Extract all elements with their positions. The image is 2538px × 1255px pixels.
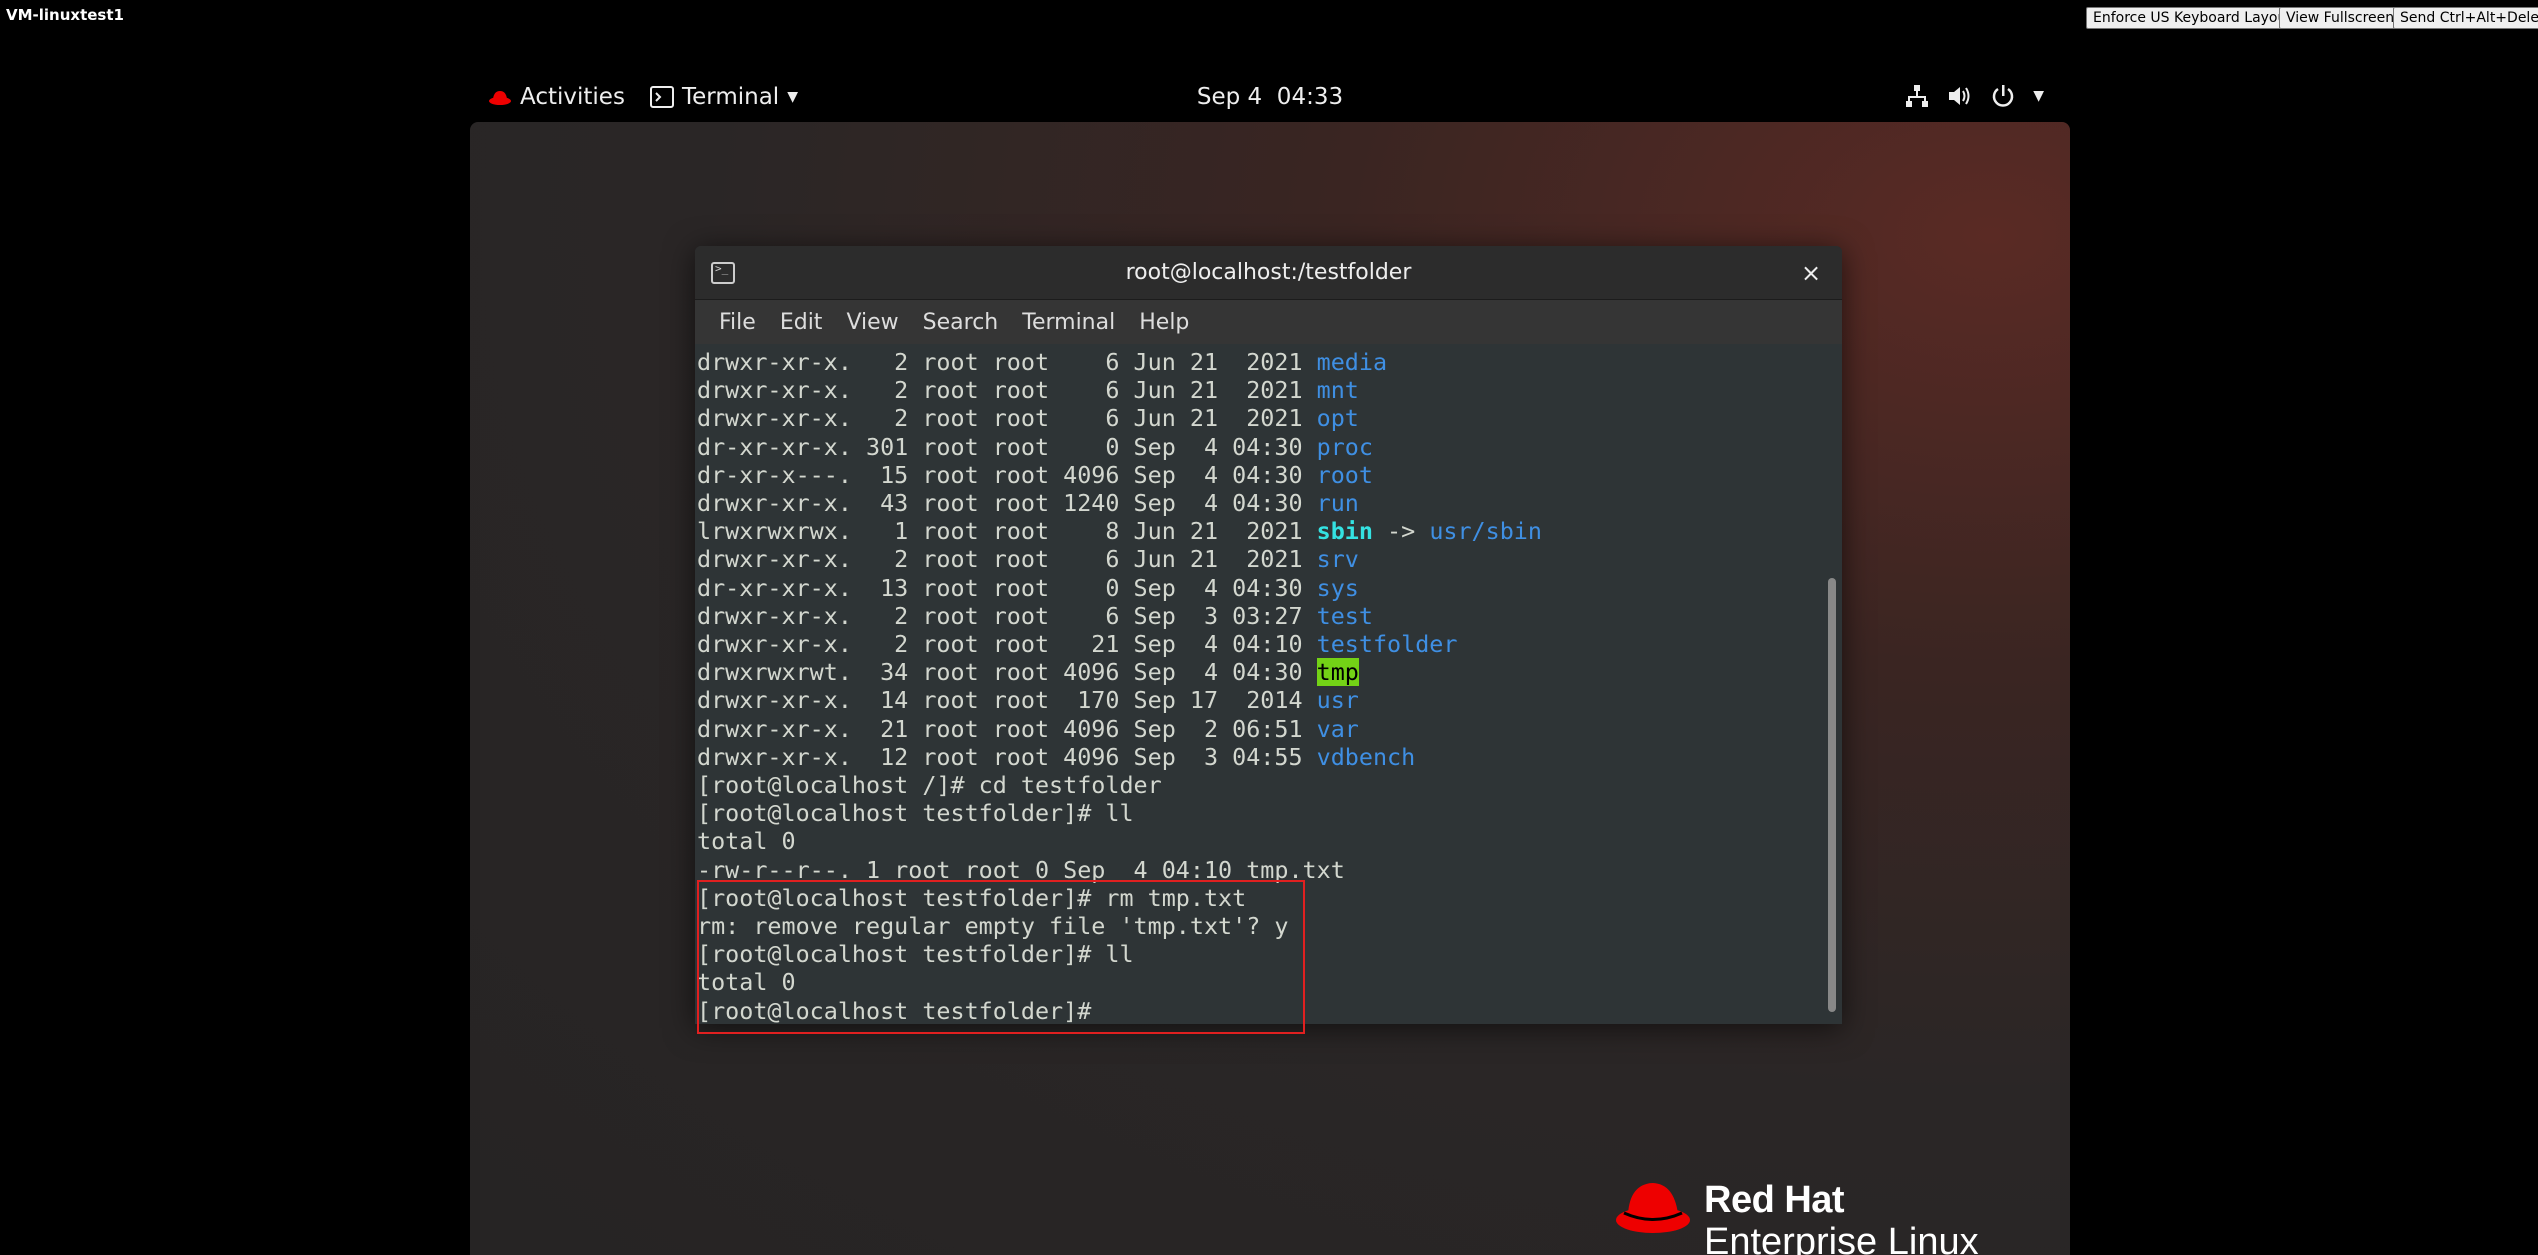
gnome-top-bar: Activities Terminal ▼ Sep 4 04:33 ▼ [470, 72, 2070, 122]
line-text: drwxr-xr-x. 14 root root 170 Sep 17 2014 [697, 686, 1317, 715]
terminal-line: drwxr-xr-x. 43 root root 1240 Sep 4 04:3… [697, 489, 1542, 517]
terminal-line: dr-xr-xr-x. 13 root root 0 Sep 4 04:30 s… [697, 574, 1542, 602]
entry-name: opt [1316, 404, 1359, 433]
terminal-output[interactable]: drwxr-xr-x. 2 root root 6 Jun 21 2021 me… [695, 344, 1842, 1024]
close-icon[interactable]: × [1794, 256, 1828, 290]
entry-name: tmp [1316, 658, 1359, 687]
line-text: drwxr-xr-x. 2 root root 6 Jun 21 2021 [697, 404, 1317, 433]
menu-help[interactable]: Help [1127, 310, 1201, 335]
line-text: lrwxrwxrwx. 1 root root 8 Jun 21 2021 [697, 517, 1317, 546]
terminal-line: [root@localhost testfolder]# [697, 997, 1542, 1024]
line-text: dr-xr-xr-x. 301 root root 0 Sep 4 04:30 [697, 432, 1317, 461]
clock-label: Sep 4 04:33 [1196, 84, 1344, 110]
line-text: [root@localhost testfolder]# ll [697, 799, 1134, 828]
volume-icon [1949, 87, 1970, 105]
terminal-line: [root@localhost testfolder]# ll [697, 940, 1542, 968]
entry-name: sbin [1316, 517, 1373, 546]
line-text: drwxr-xr-x. 21 root root 4096 Sep 2 06:5… [697, 714, 1317, 743]
line-text: dr-xr-xr-x. 13 root root 0 Sep 4 04:30 [697, 573, 1317, 602]
send-ctrl-alt-delete-button[interactable]: Send Ctrl+Alt+Delete [2393, 7, 2538, 29]
entry-name: media [1316, 348, 1388, 376]
terminal-title-bar[interactable]: root@localhost:/testfolder × [695, 246, 1842, 300]
system-menu[interactable]: ▼ [1905, 84, 2044, 108]
terminal-line: drwxrwxrwt. 34 root root 4096 Sep 4 04:3… [697, 658, 1542, 687]
line-text: drwxr-xr-x. 2 root root 21 Sep 4 04:10 [697, 630, 1317, 659]
line-text: drwxr-xr-x. 2 root root 6 Jun 21 2021 [697, 545, 1317, 574]
entry-name: proc [1316, 432, 1373, 461]
line-text: dr-xr-x---. 15 root root 4096 Sep 4 04:3… [697, 460, 1317, 489]
entry-name: run [1316, 489, 1359, 518]
entry-name: test [1316, 601, 1373, 630]
view-fullscreen-button[interactable]: View Fullscreen [2279, 7, 2402, 29]
terminal-line: rm: remove regular empty file 'tmp.txt'?… [697, 912, 1542, 940]
terminal-line: drwxr-xr-x. 21 root root 4096 Sep 2 06:5… [697, 715, 1542, 743]
terminal-line: drwxr-xr-x. 12 root root 4096 Sep 3 04:5… [697, 743, 1542, 771]
line-text: rm: remove regular empty file 'tmp.txt'?… [697, 912, 1289, 941]
terminal-line: dr-xr-xr-x. 301 root root 0 Sep 4 04:30 … [697, 433, 1542, 461]
terminal-line: [root@localhost testfolder]# ll [697, 799, 1542, 827]
terminal-line: drwxr-xr-x. 2 root root 6 Jun 21 2021 mn… [697, 376, 1542, 404]
line-text: drwxr-xr-x. 43 root root 1240 Sep 4 04:3… [697, 489, 1317, 518]
terminal-menubar: File Edit View Search Terminal Help [695, 300, 1842, 344]
link-arrow: -> [1372, 517, 1430, 546]
entry-name: vdbench [1316, 742, 1416, 771]
entry-name: usr [1316, 686, 1359, 715]
scrollbar-thumb[interactable] [1828, 578, 1836, 1012]
terminal-line: [root@localhost /]# cd testfolder [697, 771, 1542, 799]
line-text: drwxr-xr-x. 12 root root 4096 Sep 3 04:5… [697, 742, 1317, 771]
terminal-line: drwxr-xr-x. 2 root root 6 Sep 3 03:27 te… [697, 602, 1542, 630]
line-text: drwxr-xr-x. 2 root root 6 Sep 3 03:27 [697, 601, 1317, 630]
entry-name: sys [1316, 573, 1359, 602]
line-text: drwxr-xr-x. 2 root root 6 Jun 21 2021 [697, 348, 1317, 376]
terminal-title: root@localhost:/testfolder [1125, 260, 1412, 285]
terminal-lines: drwxr-xr-x. 2 root root 6 Jun 21 2021 me… [697, 348, 1542, 1024]
redhat-logo: Red Hat Enterprise Linux [1614, 1180, 1979, 1255]
entry-name: root [1316, 460, 1373, 489]
enforce-keyboard-button[interactable]: Enforce US Keyboard Layout [2086, 7, 2299, 29]
menu-edit[interactable]: Edit [768, 310, 835, 335]
menu-search[interactable]: Search [911, 310, 1011, 335]
terminal-line: total 0 [697, 827, 1542, 855]
terminal-line: drwxr-xr-x. 2 root root 6 Jun 21 2021 sr… [697, 545, 1542, 573]
vm-screen[interactable]: Activities Terminal ▼ Sep 4 04:33 ▼ >_ r… [470, 72, 2070, 1255]
branding-line2: Enterprise Linux [1704, 1221, 1979, 1255]
terminal-line: dr-xr-x---. 15 root root 4096 Sep 4 04:3… [697, 461, 1542, 489]
line-text: [root@localhost testfolder]# [697, 996, 1106, 1024]
menu-file[interactable]: File [707, 310, 768, 335]
link-target: usr/sbin [1429, 517, 1542, 546]
entry-name: mnt [1316, 376, 1359, 405]
entry-name: testfolder [1316, 630, 1458, 659]
entry-name: srv [1316, 545, 1359, 574]
terminal-line: drwxr-xr-x. 2 root root 6 Jun 21 2021 me… [697, 348, 1542, 376]
line-text: total 0 [697, 827, 796, 856]
terminal-line: lrwxrwxrwx. 1 root root 8 Jun 21 2021 sb… [697, 517, 1542, 545]
line-text: [root@localhost testfolder]# ll [697, 940, 1134, 969]
redhat-hat-icon [1616, 1183, 1690, 1233]
power-icon [1993, 85, 2014, 107]
menu-view[interactable]: View [834, 310, 910, 335]
terminal-line: [root@localhost testfolder]# rm tmp.txt [697, 884, 1542, 912]
network-icon [1906, 85, 1929, 107]
terminal-line: drwxr-xr-x. 2 root root 6 Jun 21 2021 op… [697, 404, 1542, 432]
vm-name-label: VM-linuxtest1 [6, 6, 124, 24]
menu-terminal[interactable]: Terminal [1010, 310, 1127, 335]
scrollbar[interactable] [1824, 348, 1836, 1016]
line-text: -rw-r--r--. 1 root root 0 Sep 4 04:10 tm… [697, 855, 1345, 884]
terminal-line: drwxr-xr-x. 14 root root 170 Sep 17 2014… [697, 686, 1542, 714]
chevron-down-icon: ▼ [2033, 88, 2044, 104]
terminal-line: drwxr-xr-x. 2 root root 21 Sep 4 04:10 t… [697, 630, 1542, 658]
line-text: drwxrwxrwt. 34 root root 4096 Sep 4 04:3… [697, 658, 1317, 687]
line-text: drwxr-xr-x. 2 root root 6 Jun 21 2021 [697, 376, 1317, 405]
terminal-line: -rw-r--r--. 1 root root 0 Sep 4 04:10 tm… [697, 856, 1542, 884]
branding-line1: Red Hat [1704, 1179, 1845, 1221]
clock[interactable]: Sep 4 04:33 [470, 84, 2070, 110]
line-text: total 0 [697, 968, 796, 997]
terminal-window[interactable]: root@localhost:/testfolder × File Edit V… [695, 246, 1842, 1024]
line-text: [root@localhost /]# cd testfolder [697, 771, 1162, 800]
entry-name: var [1316, 714, 1359, 743]
line-text: [root@localhost testfolder]# rm tmp.txt [697, 883, 1247, 912]
terminal-line: total 0 [697, 968, 1542, 996]
